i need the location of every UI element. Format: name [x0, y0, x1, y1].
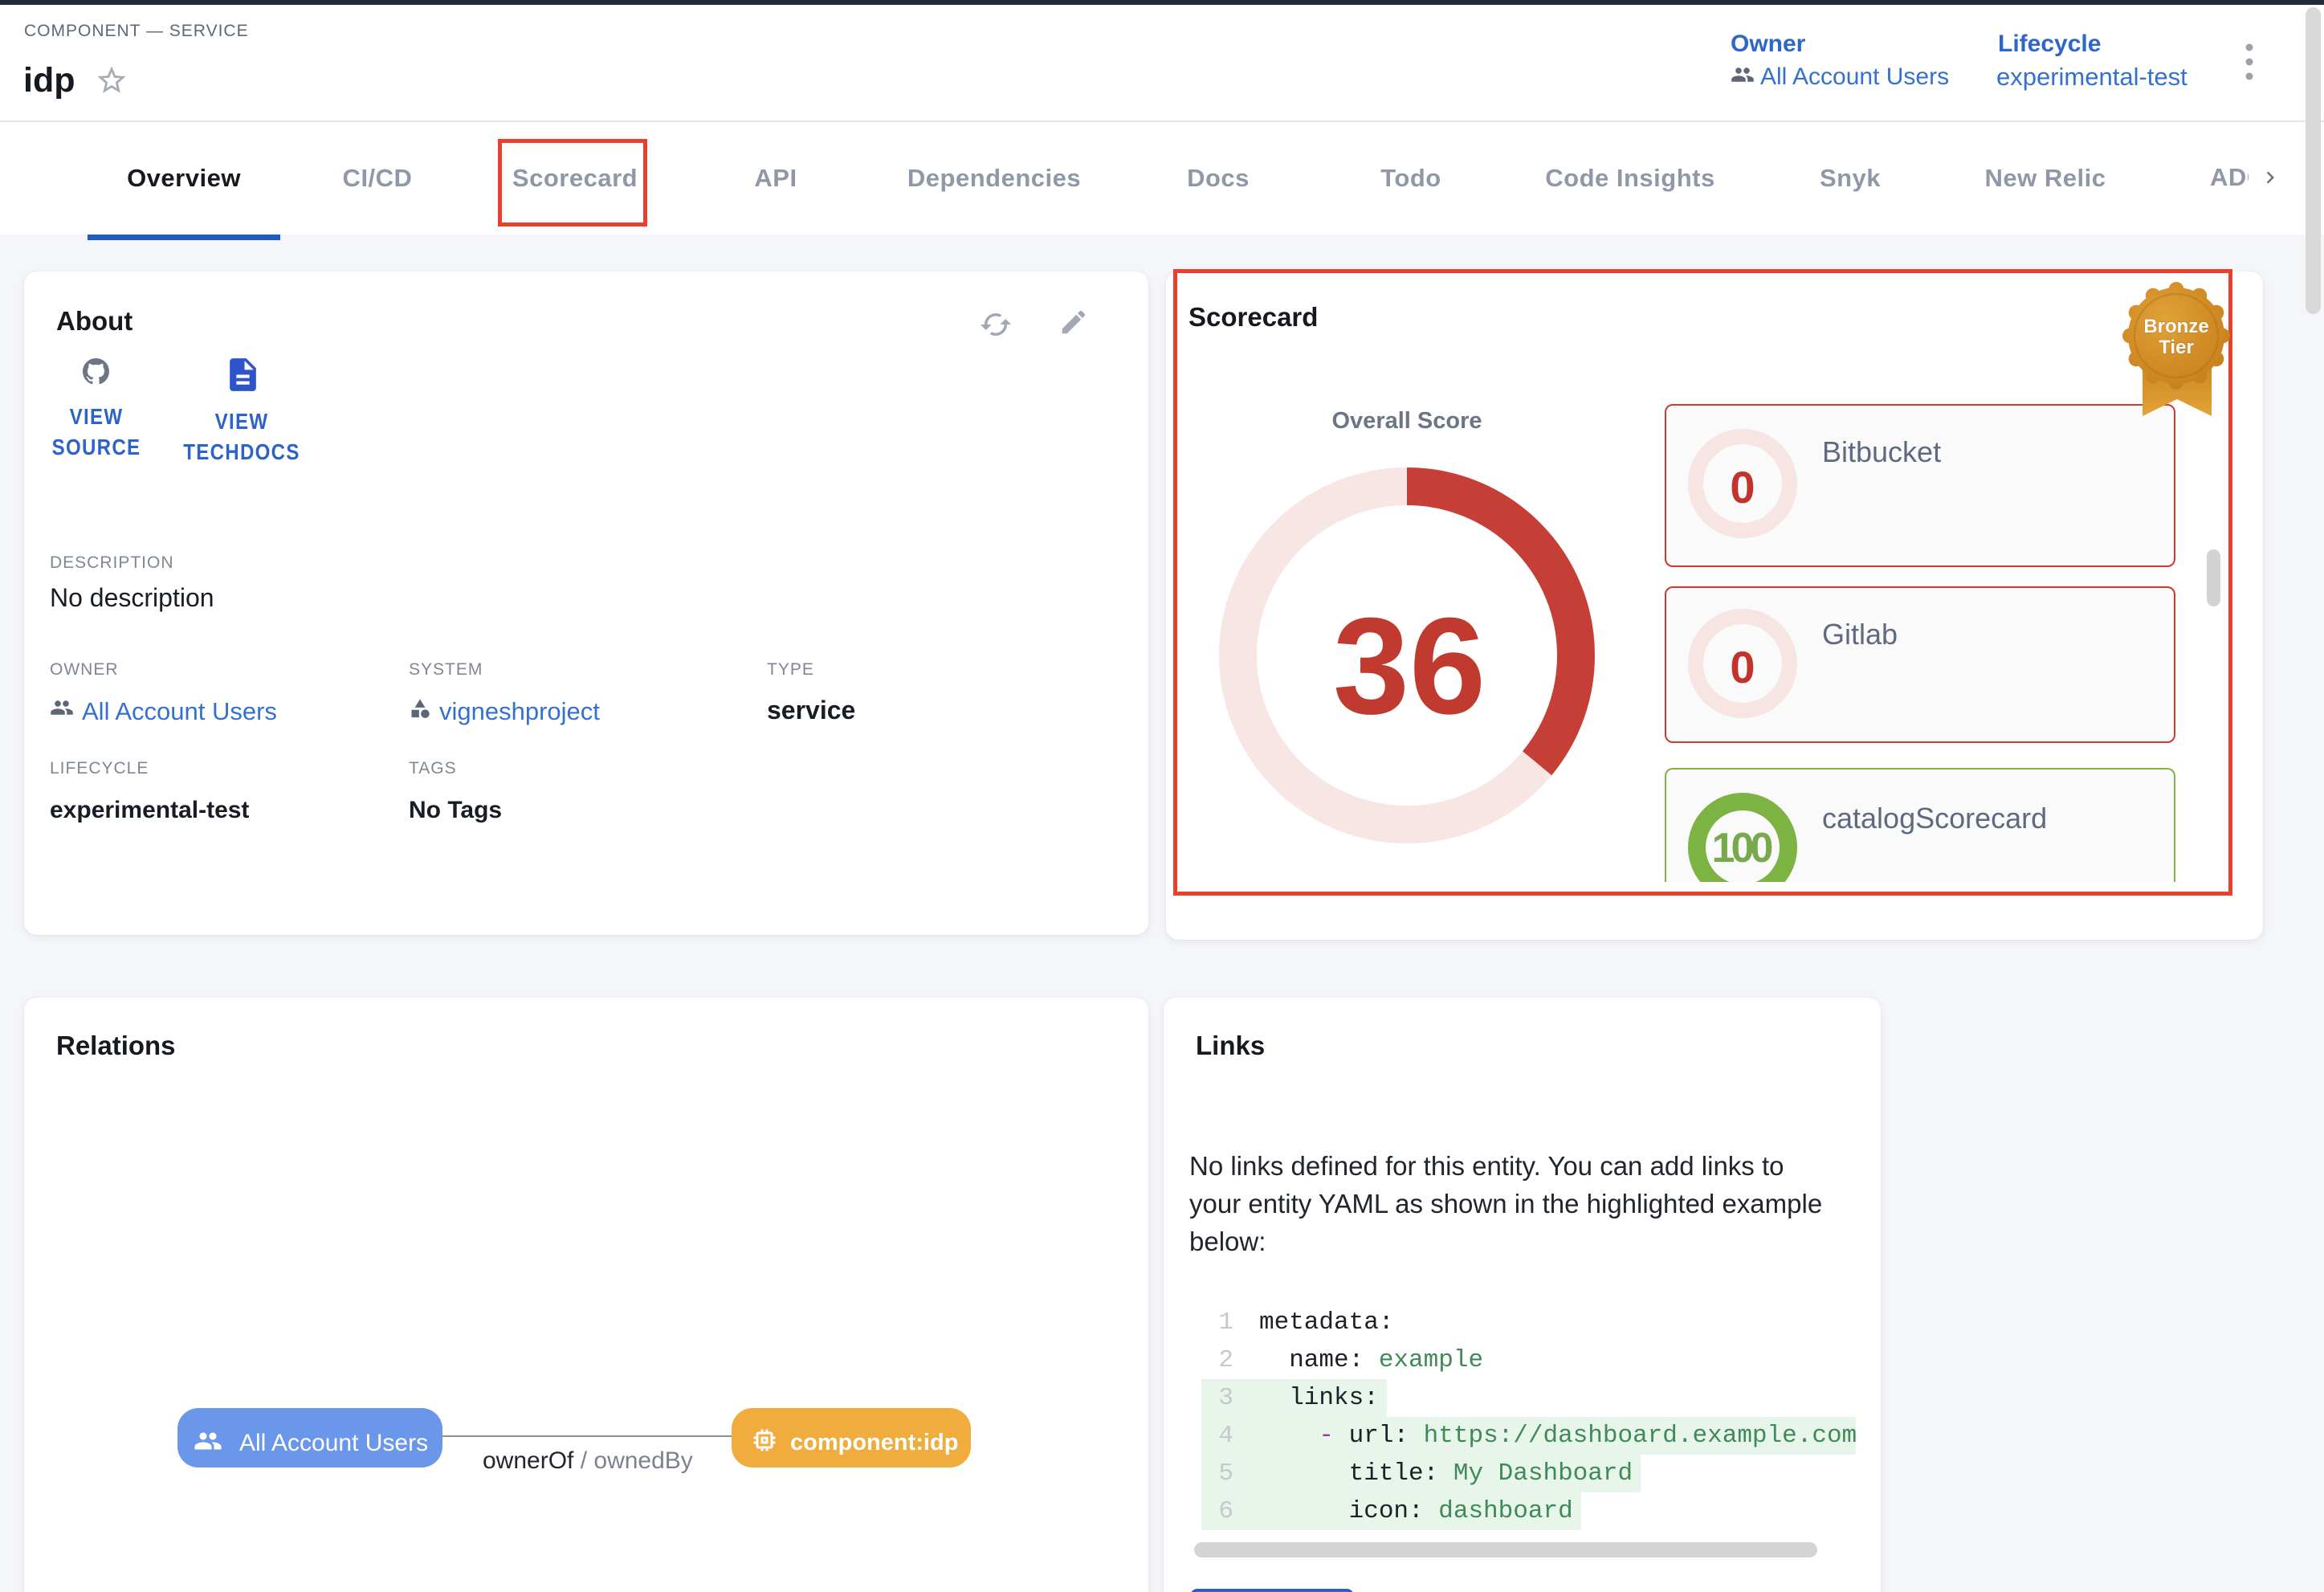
svg-text:Bronze: Bronze	[2143, 316, 2208, 337]
svg-text:Tier: Tier	[2159, 337, 2194, 358]
